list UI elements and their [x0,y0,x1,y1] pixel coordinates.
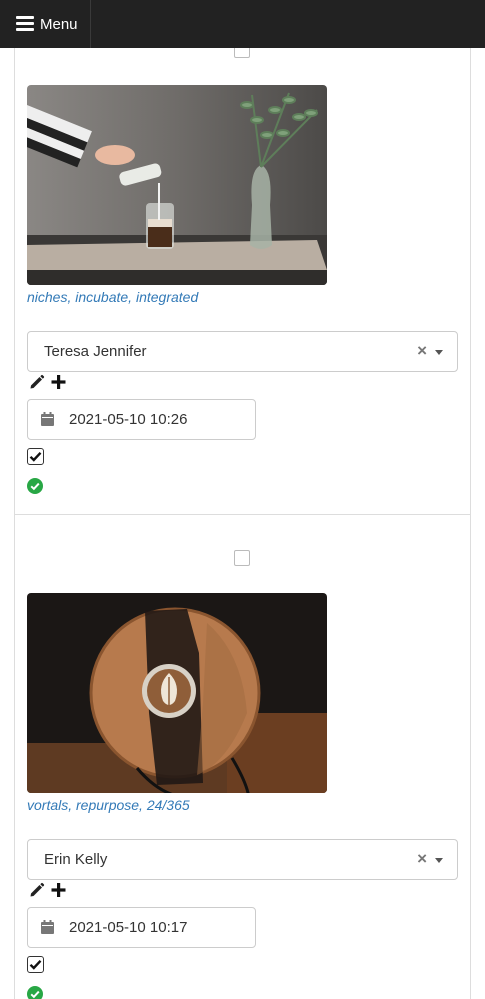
plus-icon[interactable] [51,882,66,898]
calendar-icon [41,920,54,934]
done-checkbox[interactable] [27,956,44,973]
clear-selection-icon[interactable]: × [417,341,427,361]
assignee-select[interactable]: Erin Kelly × [27,839,458,880]
chevron-down-icon[interactable] [435,350,443,355]
plus-icon[interactable] [51,374,66,390]
top-navbar: Menu [0,0,485,48]
item-photo [27,85,327,285]
tag-list[interactable]: niches, incubate, integrated [27,288,198,306]
done-checkbox[interactable] [27,448,44,465]
calendar-icon [41,412,54,426]
check-circle-icon [27,478,43,494]
pencil-icon[interactable] [29,374,45,390]
hamburger-icon [16,16,34,31]
select-checkbox[interactable] [234,550,250,566]
tag-list[interactable]: vortals, repurpose, 24/365 [27,796,190,814]
pencil-icon[interactable] [29,882,45,898]
assignee-select[interactable]: Teresa Jennifer × [27,331,458,372]
menu-label: Menu [40,16,78,33]
chevron-down-icon[interactable] [435,858,443,863]
assignee-value: Teresa Jennifer [44,343,147,360]
check-circle-icon [27,986,43,999]
datetime-field[interactable]: 2021-05-10 10:17 [27,907,256,948]
select-checkbox[interactable] [234,48,250,58]
menu-button[interactable]: Menu [0,0,91,48]
datetime-field[interactable]: 2021-05-10 10:26 [27,399,256,440]
assignee-value: Erin Kelly [44,851,108,868]
clear-selection-icon[interactable]: × [417,849,427,869]
item-divider [15,514,470,515]
item-photo [27,593,327,793]
item-list: niches, incubate, integrated Teresa Jenn… [14,48,471,999]
datetime-value: 2021-05-10 10:26 [69,411,188,428]
checkmark-icon [29,959,42,970]
checkmark-icon [29,451,42,462]
datetime-value: 2021-05-10 10:17 [69,919,188,936]
